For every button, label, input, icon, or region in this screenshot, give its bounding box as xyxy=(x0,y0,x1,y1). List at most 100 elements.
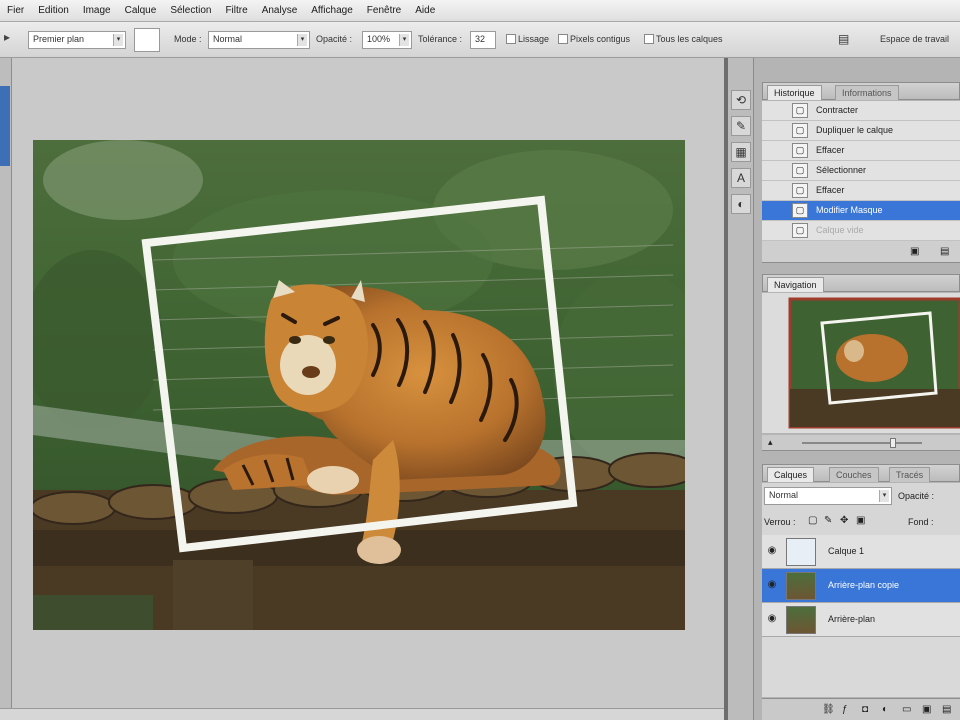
text-icon[interactable]: A xyxy=(731,168,751,188)
menu-item[interactable]: Filtre xyxy=(218,5,254,16)
tolerance-label: Tolérance : xyxy=(418,34,463,44)
history-item[interactable]: ▢ Contracter xyxy=(762,101,960,121)
fx-icon[interactable]: ƒ xyxy=(842,704,848,715)
tab-history[interactable]: Historique xyxy=(767,85,822,100)
menu-item[interactable]: Fenêtre xyxy=(360,5,408,16)
pattern-swatch[interactable] xyxy=(134,28,160,52)
tab-layers[interactable]: Calques xyxy=(767,467,815,482)
layer-row[interactable]: ◉ Calque 1 xyxy=(762,535,960,569)
tab-info[interactable]: Informations xyxy=(835,85,899,100)
workspace-label[interactable]: Espace de travail xyxy=(880,34,949,44)
options-bar: ▸ Premier plan ▾ Mode : Normal ▾ Opacité… xyxy=(0,22,960,58)
eye-icon[interactable]: ◉ xyxy=(765,614,779,624)
menu-item[interactable]: Analyse xyxy=(255,5,305,16)
layer-row-selected[interactable]: ◉ Arrière-plan copie xyxy=(762,569,960,603)
new-layer-icon[interactable]: ▣ xyxy=(922,704,931,715)
history-step-icon: ▢ xyxy=(792,163,808,178)
mode-label: Mode : xyxy=(174,34,202,44)
lock-position-icon[interactable]: ✥ xyxy=(840,515,848,526)
history-item-label: Calque vide xyxy=(816,225,864,235)
zoom-out-icon[interactable]: ▴ xyxy=(768,437,773,448)
trash-icon[interactable]: ▤ xyxy=(942,704,951,715)
trash-icon[interactable]: ▤ xyxy=(940,246,949,257)
link-icon[interactable]: ⛓ xyxy=(822,704,835,715)
menu-bar: Fier Edition Image Calque Sélection Filtre Ana… xyxy=(0,0,960,22)
blend-mode-select[interactable]: Normal ▾ xyxy=(764,487,892,505)
navigator-preview[interactable] xyxy=(762,293,960,433)
chevron-down-icon: ▾ xyxy=(297,34,307,46)
menu-item[interactable]: Affichage xyxy=(304,5,360,16)
history-item[interactable]: ▢ Effacer xyxy=(762,181,960,201)
history-item[interactable]: ▢ Dupliquer le calque xyxy=(762,121,960,141)
history-item[interactable]: ▢ Calque vide xyxy=(762,221,960,241)
panel-icon-column: ⟲ ✎ ▦ A ◐ xyxy=(728,58,754,720)
history-step-icon: ▢ xyxy=(792,143,808,158)
all-layers-label: Tous les calques xyxy=(656,34,723,44)
menu-item[interactable]: Calque xyxy=(118,5,164,16)
history-panel-header: Historique Informations xyxy=(762,82,960,100)
status-bar xyxy=(0,708,724,720)
all-layers-checkbox[interactable] xyxy=(644,34,654,44)
lock-transparency-icon[interactable]: ▢ xyxy=(808,515,817,526)
blend-mode-value: Normal xyxy=(769,490,799,500)
tolerance-input[interactable]: 32 xyxy=(470,31,496,49)
new-snapshot-icon[interactable]: ▣ xyxy=(910,246,919,257)
mask-icon[interactable]: ◘ xyxy=(862,704,868,715)
chevron-down-icon: ▾ xyxy=(879,490,889,502)
menu-item[interactable]: Image xyxy=(76,5,118,16)
history-footer: ▣ ▤ xyxy=(762,241,960,263)
folder-icon[interactable]: ▭ xyxy=(902,704,911,715)
menu-item[interactable]: Fier xyxy=(0,5,31,16)
workspace-icon[interactable]: ▤ xyxy=(838,32,862,48)
layer-thumbnail xyxy=(786,606,816,634)
history-step-icon: ▢ xyxy=(792,183,808,198)
swatches-icon[interactable]: ▦ xyxy=(731,142,751,162)
contiguous-checkbox[interactable] xyxy=(558,34,568,44)
history-item[interactable]: ▢ Sélectionner xyxy=(762,161,960,181)
tab-channels[interactable]: Couches xyxy=(829,467,879,482)
layer-row[interactable]: ◉ Arrière-plan xyxy=(762,603,960,637)
history-item-label: Sélectionner xyxy=(816,165,867,175)
right-panels: Historique Informations ▢ Contracter ▢ D… xyxy=(754,58,960,720)
history-item-label: Effacer xyxy=(816,145,845,155)
history-step-icon: ▢ xyxy=(792,103,808,118)
mode-select[interactable]: Normal ▾ xyxy=(208,31,310,49)
lissage-checkbox[interactable] xyxy=(506,34,516,44)
menu-item[interactable]: Edition xyxy=(31,5,76,16)
history-icon[interactable]: ⟲ xyxy=(731,90,751,110)
lissage-label: Lissage xyxy=(518,34,550,44)
tool-preset-icon[interactable]: ▸ xyxy=(4,30,20,50)
mode-value: Normal xyxy=(213,34,243,44)
history-item-label: Effacer xyxy=(816,185,845,195)
menu-item[interactable]: Aide xyxy=(408,5,442,16)
layers-empty-area xyxy=(762,637,960,697)
gradient-icon[interactable]: ◐ xyxy=(731,194,751,214)
zoom-track[interactable] xyxy=(802,442,922,444)
opacity-input[interactable]: 100% ▾ xyxy=(362,31,412,49)
tab-navigator[interactable]: Navigation xyxy=(767,277,824,292)
history-item[interactable]: ▢ Effacer xyxy=(762,141,960,161)
collapsed-panel[interactable] xyxy=(0,86,10,166)
fill-source-select[interactable]: Premier plan ▾ xyxy=(28,31,126,49)
tab-paths[interactable]: Tracés xyxy=(889,467,931,482)
zoom-slider[interactable]: ▴ xyxy=(762,435,960,451)
history-step-icon: ▢ xyxy=(792,123,808,138)
eye-icon[interactable]: ◉ xyxy=(765,580,779,590)
lock-paint-icon[interactable]: ✎ xyxy=(824,515,832,526)
history-item-label: Modifier Masque xyxy=(816,205,883,215)
lock-all-icon[interactable]: ▣ xyxy=(856,515,865,526)
layer-thumbnail xyxy=(786,572,816,600)
brush-icon[interactable]: ✎ xyxy=(731,116,751,136)
history-item-label: Dupliquer le calque xyxy=(816,125,894,135)
contiguous-label: Pixels contigus xyxy=(570,34,631,44)
image-canvas[interactable] xyxy=(33,140,685,630)
zoom-thumb[interactable] xyxy=(890,438,896,448)
layers-panel-header: Calques Couches Tracés xyxy=(762,464,960,482)
adjustment-icon[interactable]: ◐ xyxy=(882,704,888,715)
chevron-down-icon: ▾ xyxy=(113,34,123,46)
history-item-selected[interactable]: ▢ Modifier Masque xyxy=(762,201,960,221)
tiger-photo xyxy=(33,140,685,630)
menu-item[interactable]: Sélection xyxy=(163,5,218,16)
eye-icon[interactable]: ◉ xyxy=(765,546,779,556)
opacity-value: 100% xyxy=(367,34,391,44)
